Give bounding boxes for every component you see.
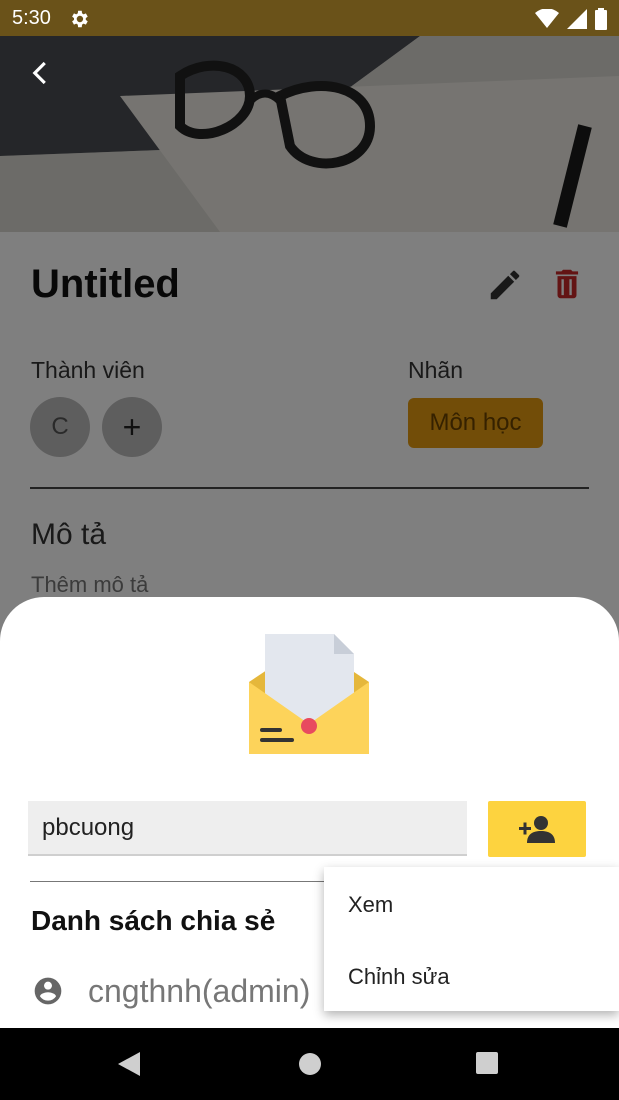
permission-menu: Xem Chỉnh sửa — [324, 867, 619, 1011]
settings-icon — [72, 10, 88, 28]
account-circle-icon — [34, 977, 62, 1005]
share-username-input[interactable] — [28, 801, 467, 856]
status-icons — [535, 8, 607, 30]
nav-home-icon[interactable] — [298, 1052, 322, 1076]
back-arrow-icon[interactable] — [26, 58, 56, 88]
add-person-button[interactable] — [488, 801, 586, 857]
nav-recents-icon[interactable] — [476, 1052, 498, 1074]
menu-item-edit[interactable]: Chỉnh sửa — [348, 964, 450, 990]
wifi-icon — [535, 9, 559, 28]
divider — [30, 881, 330, 882]
nav-back-icon[interactable] — [118, 1052, 140, 1076]
battery-icon — [595, 8, 607, 30]
share-list-title: Danh sách chia sẻ — [31, 905, 276, 936]
navigation-bar — [0, 1028, 619, 1100]
signal-icon — [567, 9, 587, 29]
envelope-letter-icon — [249, 634, 369, 754]
add-person-icon — [519, 816, 555, 843]
status-time: 5:30 — [12, 7, 51, 29]
menu-item-view[interactable]: Xem — [348, 892, 393, 918]
status-bar: 5:30 — [0, 0, 619, 36]
shared-user-name: cngthnh(admin) — [88, 973, 311, 1009]
